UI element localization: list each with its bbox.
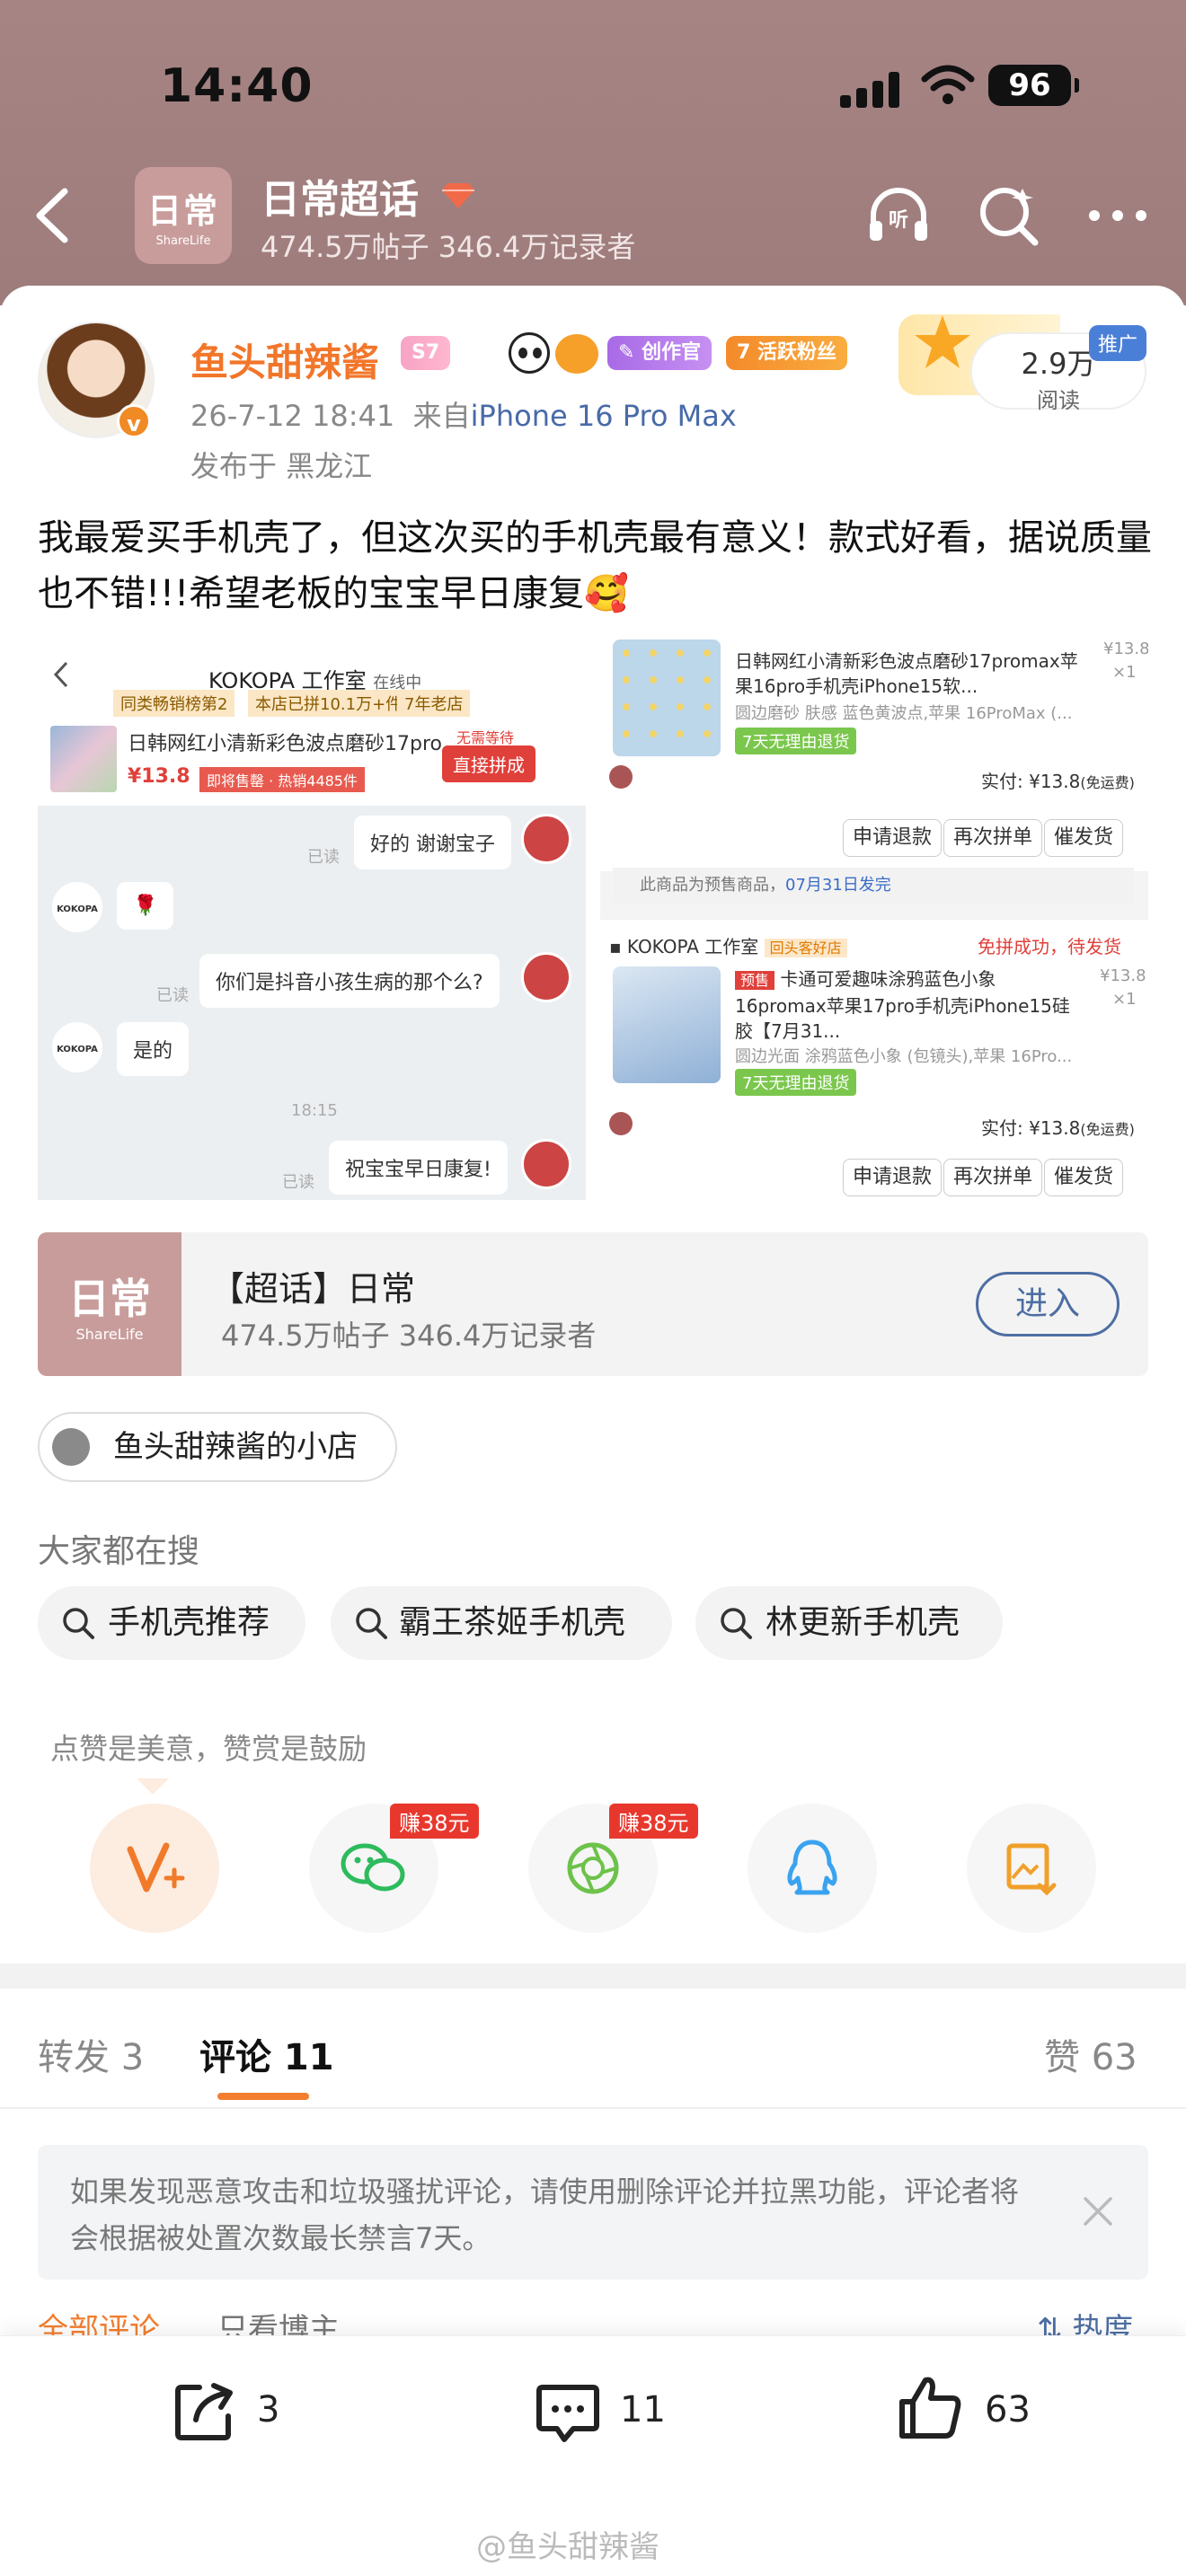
chat-avatar (521, 1139, 571, 1189)
level-badge: S7 (401, 336, 451, 370)
earn-badge: 赚38元 (390, 1804, 479, 1839)
topic-card-subtitle: 474.5万帖子 346.4万记录者 (221, 1319, 597, 1353)
comment-notice: 如果发现恶意攻击和垃圾骚扰评论，请使用删除评论并拉黑功能，评论者将会根据被处置次… (38, 2145, 1148, 2280)
username[interactable]: 鱼头甜辣酱 (190, 332, 379, 387)
watermark: @鱼头甜辣酱 (476, 2529, 659, 2565)
share-qq-button[interactable] (748, 1804, 877, 1933)
comment-count[interactable]: 11 (620, 2389, 666, 2430)
search-icon (721, 1608, 752, 1639)
page-subtitle: 474.5万帖子 346.4万记录者 (261, 230, 636, 264)
refund-button: 申请退款 (843, 1159, 943, 1196)
post-meta: 26-7-12 18:41 来自iPhone 16 Pro Max (190, 399, 737, 433)
moments-aperture-icon (567, 1842, 619, 1894)
urge-button: 催发货 (1044, 1159, 1124, 1196)
chat-avatar (521, 814, 571, 864)
search-chip[interactable]: 林更新手机壳 (695, 1586, 1003, 1660)
save-image-icon (1006, 1843, 1057, 1896)
post-image-chat[interactable]: KOKOPA 工作室 在线中 同类畅销榜第2 本店已拼10.1万+件 7年老店 … (38, 640, 586, 1200)
save-image-button[interactable] (967, 1804, 1096, 1933)
tab-divider (0, 2107, 1186, 2109)
shop-icon (52, 1428, 90, 1466)
reward-button[interactable] (90, 1804, 219, 1933)
back-arrow-icon[interactable] (27, 184, 81, 247)
chat-bubble: 是的 (117, 1022, 190, 1076)
battery-indicator: 96 (988, 65, 1079, 106)
section-separator (0, 1963, 1186, 1989)
chat-back-icon (53, 661, 68, 688)
post-image-orders[interactable]: 日韩网红小清新彩色波点磨砂17promax苹果16pro手机壳iPhone15软… (600, 640, 1148, 1200)
refund-button: 申请退款 (843, 819, 943, 857)
urge-button: 催发货 (1044, 819, 1124, 857)
diamond-badge-icon (442, 183, 474, 208)
search-icon (356, 1608, 387, 1639)
search-chip[interactable]: 霸王茶姬手机壳 (331, 1586, 672, 1660)
comment-icon[interactable] (532, 2375, 604, 2447)
topic-card-logo: 日常 ShareLife (38, 1232, 181, 1376)
chat-bubble: 好的 谢谢宝子 (354, 816, 511, 869)
chat-bubble: 祝宝宝早日康复! (329, 1141, 508, 1195)
search-icon[interactable] (972, 180, 1044, 251)
chat-avatar (521, 952, 571, 1002)
verified-badge-icon: v (117, 404, 151, 438)
signal-icon (840, 70, 903, 108)
wifi-icon (921, 65, 975, 104)
repost-icon[interactable] (169, 2375, 241, 2447)
tab-comment[interactable]: 评论 11 (199, 2028, 334, 2080)
post-content: 我最爱买手机壳了，但这次买的手机壳最有意义！款式好看，据说质量也不错!!!希望老… (38, 517, 1152, 614)
reorder-button: 再次拼单 (943, 819, 1043, 857)
status-time: 14:40 (160, 59, 314, 113)
fan-badge: 7 活跃粉丝 (726, 336, 847, 370)
listen-headphones-icon[interactable]: 听 (863, 180, 934, 251)
page-title: 日常超话 (261, 177, 419, 223)
more-icon[interactable] (1082, 180, 1154, 251)
reward-v-plus-icon (127, 1842, 185, 1892)
post-location: 发布于 黑龙江 (190, 449, 373, 483)
fish-badge-icon (555, 334, 598, 374)
reward-hint: 点赞是美意，赞赏是鼓励 (50, 1732, 367, 1766)
creator-badge: ✎ 创作官 (607, 336, 712, 370)
topic-card[interactable]: 日常 ShareLife 【超话】日常 474.5万帖子 346.4万记录者 进… (38, 1232, 1148, 1376)
close-icon[interactable] (1078, 2192, 1118, 2231)
topic-card-title: 【超话】日常 (210, 1269, 416, 1309)
wechat-icon (341, 1843, 405, 1892)
svg-text:听: 听 (889, 209, 908, 232)
repost-count[interactable]: 3 (257, 2389, 279, 2430)
chat-bubble: 🌹 (117, 882, 174, 930)
earn-badge: 赚38元 (609, 1804, 698, 1839)
shop-link[interactable]: 鱼头甜辣酱的小店 (38, 1412, 397, 1482)
chat-header: KOKOPA 工作室 在线中 同类畅销榜第2 本店已拼10.1万+件 7年老店 … (38, 640, 586, 806)
search-chip[interactable]: 手机壳推荐 (38, 1586, 305, 1660)
ad-badge: 推广 (1089, 325, 1147, 361)
like-thumb-icon[interactable] (895, 2371, 967, 2443)
like-count[interactable]: 63 (985, 2389, 1031, 2430)
enter-button[interactable]: 进入 (976, 1272, 1120, 1337)
qq-penguin-icon (787, 1839, 837, 1895)
reorder-button: 再次拼单 (943, 1159, 1043, 1196)
search-icon (63, 1608, 94, 1639)
search-section-title: 大家都在搜 (38, 1533, 200, 1570)
tab-repost[interactable]: 转发 3 (38, 2028, 144, 2080)
tab-underline (217, 2093, 309, 2100)
topic-logo[interactable]: 日常 ShareLife (135, 167, 232, 264)
panda-badge-icon (509, 332, 550, 374)
chat-bubble: 你们是抖音小孩生病的那个么? (199, 954, 500, 1008)
tab-like[interactable]: 赞 63 (1044, 2028, 1137, 2080)
